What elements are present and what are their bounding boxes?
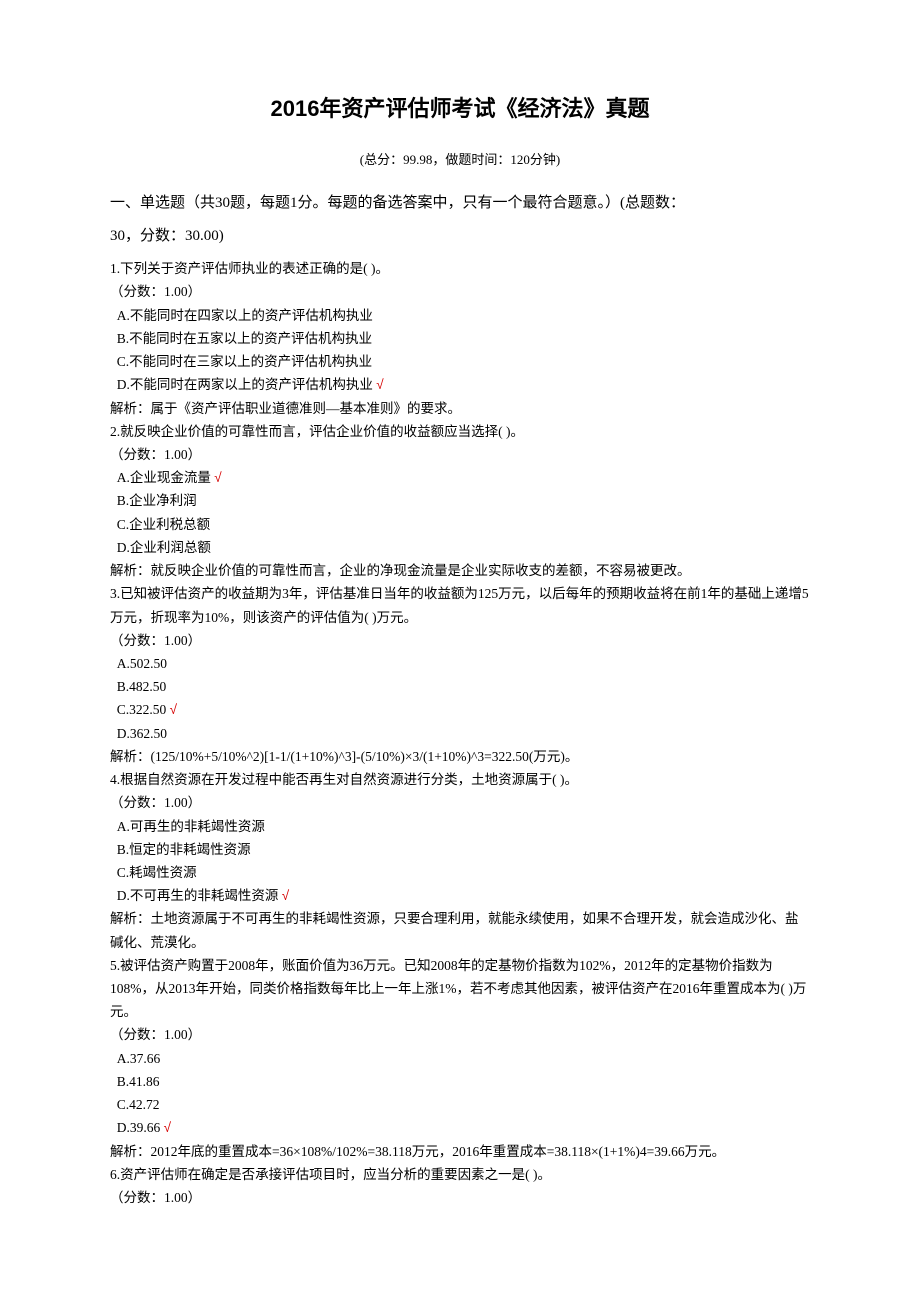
document-title: 2016年资产评估师考试《经济法》真题 [110, 90, 810, 129]
q6-points: （分数：1.00） [110, 1186, 810, 1209]
document-subtitle: (总分：99.98，做题时间：120分钟) [110, 149, 810, 172]
q2-points: （分数：1.00） [110, 443, 810, 466]
q5-option-d: D.39.66 √ [110, 1116, 810, 1139]
q3-text: 3.已知被评估资产的收益期为3年，评估基准日当年的收益额为125万元，以后每年的… [110, 582, 810, 628]
section-1-header-line1: 一、单选题（共30题，每题1分。每题的备选答案中，只有一个最符合题意。）(总题数… [110, 195, 685, 211]
q4-option-c: C.耗竭性资源 [110, 861, 810, 884]
check-icon: √ [164, 1120, 171, 1135]
q3-option-d: D.362.50 [110, 722, 810, 745]
check-icon: √ [376, 377, 383, 392]
q2-text: 2.就反映企业价值的可靠性而言，评估企业价值的收益额应当选择( )。 [110, 420, 810, 443]
q2-option-c: C.企业利税总额 [110, 513, 810, 536]
q5-option-b: B.41.86 [110, 1070, 810, 1093]
q3-option-b: B.482.50 [110, 675, 810, 698]
q6-text: 6.资产评估师在确定是否承接评估项目时，应当分析的重要因素之一是( )。 [110, 1163, 810, 1186]
q4-text: 4.根据自然资源在开发过程中能否再生对自然资源进行分类，土地资源属于( )。 [110, 768, 810, 791]
q5-points: （分数：1.00） [110, 1023, 810, 1046]
check-icon: √ [214, 470, 221, 485]
q5-analysis: 解析：2012年底的重置成本=36×108%/102%=38.118万元，201… [110, 1140, 810, 1163]
section-1-header: 一、单选题（共30题，每题1分。每题的备选答案中，只有一个最符合题意。）(总题数… [110, 187, 810, 253]
q3-option-a: A.502.50 [110, 652, 810, 675]
q1-option-a: A.不能同时在四家以上的资产评估机构执业 [110, 304, 810, 327]
q5-text: 5.被评估资产购置于2008年，账面价值为36万元。已知2008年的定基物价指数… [110, 954, 810, 1024]
check-icon: √ [282, 888, 289, 903]
q2-option-b: B.企业净利润 [110, 489, 810, 512]
check-icon: √ [170, 702, 177, 717]
q2-option-a: A.企业现金流量 √ [110, 466, 810, 489]
q1-option-d: D.不能同时在两家以上的资产评估机构执业 √ [110, 373, 810, 396]
q5-option-a: A.37.66 [110, 1047, 810, 1070]
q1-option-b: B.不能同时在五家以上的资产评估机构执业 [110, 327, 810, 350]
q1-analysis: 解析：属于《资产评估职业道德准则—基本准则》的要求。 [110, 397, 810, 420]
q1-text: 1.下列关于资产评估师执业的表述正确的是( )。 [110, 257, 810, 280]
section-1-header-line2: 30，分数：30.00) [110, 228, 224, 244]
q1-points: （分数：1.00） [110, 280, 810, 303]
q3-analysis: 解析：(125/10%+5/10%^2)[1-1/(1+10%)^3]-(5/1… [110, 745, 810, 768]
q4-analysis: 解析：土地资源属于不可再生的非耗竭性资源，只要合理利用，就能永续使用，如果不合理… [110, 907, 810, 953]
q4-points: （分数：1.00） [110, 791, 810, 814]
q4-option-b: B.恒定的非耗竭性资源 [110, 838, 810, 861]
q4-option-a: A.可再生的非耗竭性资源 [110, 815, 810, 838]
q2-analysis: 解析：就反映企业价值的可靠性而言，企业的净现金流量是企业实际收支的差额，不容易被… [110, 559, 810, 582]
q1-option-c: C.不能同时在三家以上的资产评估机构执业 [110, 350, 810, 373]
q4-option-d: D.不可再生的非耗竭性资源 √ [110, 884, 810, 907]
q5-option-c: C.42.72 [110, 1093, 810, 1116]
q2-option-d: D.企业利润总额 [110, 536, 810, 559]
q3-points: （分数：1.00） [110, 629, 810, 652]
q3-option-c: C.322.50 √ [110, 698, 810, 721]
